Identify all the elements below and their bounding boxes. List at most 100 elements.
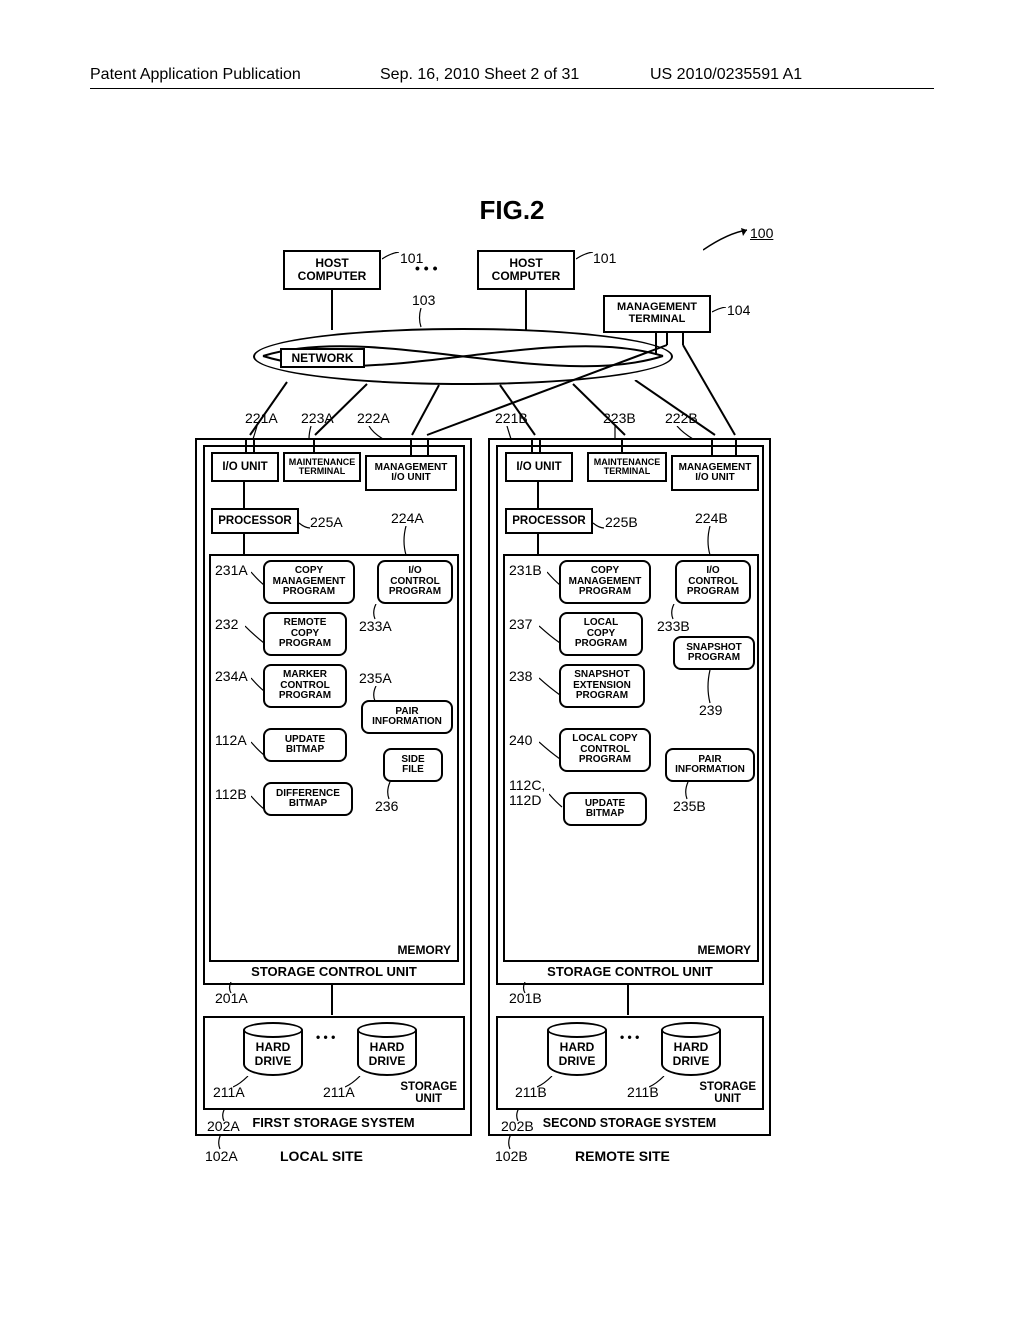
ref-diff: 112B — [215, 786, 247, 802]
leader-scu-b — [521, 982, 529, 994]
ref-pair-b: 235B — [673, 798, 706, 814]
ref-mem-a: 224A — [391, 510, 424, 526]
ref-mem-b: 224B — [695, 510, 728, 526]
leader-localctl — [539, 740, 561, 760]
ref-system: 100 — [750, 225, 773, 241]
maint-term-a: MAINTENANCE TERMINAL — [283, 452, 361, 482]
ref-ioctl-b: 233B — [657, 618, 690, 634]
tick8 — [621, 438, 623, 452]
ref-mgmtio-a: 222A — [357, 410, 390, 426]
ref-localctl: 240 — [509, 732, 532, 748]
remote-copy-prog: REMOTE COPY PROGRAM — [263, 612, 347, 656]
leader-network — [417, 308, 425, 328]
update-bitmap-a: UPDATE BITMAP — [263, 728, 347, 762]
tick5 — [427, 438, 429, 455]
tick1 — [245, 438, 247, 452]
line-scu-a-su — [331, 985, 333, 1015]
leader-mem-a — [401, 526, 411, 556]
hd-a-dots: • • • — [316, 1030, 335, 1044]
ref-copy-a: 231A — [215, 562, 248, 578]
tick10 — [735, 438, 737, 455]
leader-sys-b — [507, 1134, 515, 1150]
leader-host2 — [576, 252, 594, 262]
line-host1-net — [331, 290, 333, 330]
leader-su-a — [221, 1108, 229, 1122]
ref-sys-a: 102A — [205, 1148, 238, 1164]
line-proc-mem-a — [243, 534, 245, 556]
leader-host1 — [382, 252, 400, 262]
ref-local: 237 — [509, 616, 532, 632]
snapshot-prog: SNAPSHOT PROGRAM — [673, 636, 755, 670]
arrow-system — [703, 228, 748, 253]
processor-b: PROCESSOR — [505, 508, 593, 534]
header-left: Patent Application Publication — [90, 66, 301, 84]
leader-ioctl-b — [669, 604, 679, 620]
ref-maint-b: 223B — [603, 410, 636, 426]
line-host2-net — [525, 290, 527, 330]
ref-sys-b: 102B — [495, 1148, 528, 1164]
io-ctrl-prog-a: I/O CONTROL PROGRAM — [377, 560, 453, 604]
figure-title: FIG.2 — [0, 195, 1024, 226]
leader-local — [539, 624, 561, 644]
line-proc-mem-b — [537, 534, 539, 556]
leader-ioctl-a — [371, 604, 381, 620]
pair-info-a: PAIR INFORMATION — [361, 700, 453, 734]
io-ctrl-prog-b: I/O CONTROL PROGRAM — [675, 560, 751, 604]
host-computer-1: HOST COMPUTER — [283, 250, 381, 290]
side-file: SIDE FILE — [383, 748, 443, 782]
hd-b-dots: • • • — [620, 1030, 639, 1044]
leader-mem-b — [705, 526, 715, 556]
tick7 — [539, 438, 541, 452]
ref-io-a: 221A — [245, 410, 278, 426]
leader-su-b — [515, 1108, 523, 1122]
line-scu-b-su — [627, 985, 629, 1015]
ref-marker: 234A — [215, 668, 248, 684]
leader-hd-a1 — [233, 1076, 249, 1088]
mgmt-io-b: MANAGEMENT I/O UNIT — [671, 455, 759, 491]
ref-network: 103 — [412, 292, 435, 308]
ref-mgmt-term: 104 — [727, 302, 750, 318]
copy-mgmt-prog-a: COPY MANAGEMENT PROGRAM — [263, 560, 355, 604]
line-io-proc-b — [537, 482, 539, 508]
ref-io-b: 221B — [495, 410, 528, 426]
host-computer-2: HOST COMPUTER — [477, 250, 575, 290]
hard-drive-a1-top — [243, 1022, 303, 1038]
update-bitmap-b: UPDATE BITMAP — [563, 792, 647, 826]
hard-drive-a2-top — [357, 1022, 417, 1038]
ref-upd-b: 112C, 112D — [509, 778, 545, 809]
ref-remote: 232 — [215, 616, 238, 632]
ref-upd-a: 112A — [215, 732, 247, 748]
leader-hd-b1 — [537, 1076, 553, 1088]
ref-copy-b: 231B — [509, 562, 542, 578]
header-right: US 2010/0235591 A1 — [650, 66, 802, 84]
leader-mgmt — [712, 307, 727, 315]
hard-drive-b2-top — [661, 1022, 721, 1038]
snapshot-ext-prog: SNAPSHOT EXTENSION PROGRAM — [559, 664, 645, 708]
leader-snapext — [539, 676, 561, 696]
header-divider — [90, 88, 934, 89]
marker-ctrl-prog: MARKER CONTROL PROGRAM — [263, 664, 347, 708]
io-unit-a: I/O UNIT — [211, 452, 279, 482]
ref-maint-a: 223A — [301, 410, 334, 426]
ref-snapext: 238 — [509, 668, 532, 684]
leader-remote — [245, 624, 265, 644]
ref-proc-a: 225A — [310, 514, 343, 530]
leader-proc-b — [593, 520, 605, 530]
maint-term-b: MAINTENANCE TERMINAL — [587, 452, 667, 482]
leader-side — [385, 782, 395, 800]
io-unit-b: I/O UNIT — [505, 452, 573, 482]
ref-side: 236 — [375, 798, 398, 814]
ref-host1: 101 — [400, 250, 423, 266]
ref-mgmtio-b: 222B — [665, 410, 698, 426]
ref-ioctl-a: 233A — [359, 618, 392, 634]
leader-snap — [705, 670, 715, 704]
leader-scu-a — [227, 982, 235, 994]
tick9 — [711, 438, 713, 455]
leader-hd-b2 — [649, 1076, 665, 1088]
diagram: 100 HOST COMPUTER HOST COMPUTER • • • 10… — [195, 230, 780, 1170]
tick4 — [410, 438, 412, 455]
leader-hd-a2 — [345, 1076, 361, 1088]
leader-upd-b — [549, 792, 563, 808]
remote-site-label: REMOTE SITE — [575, 1148, 670, 1164]
leader-proc-a — [299, 520, 311, 530]
